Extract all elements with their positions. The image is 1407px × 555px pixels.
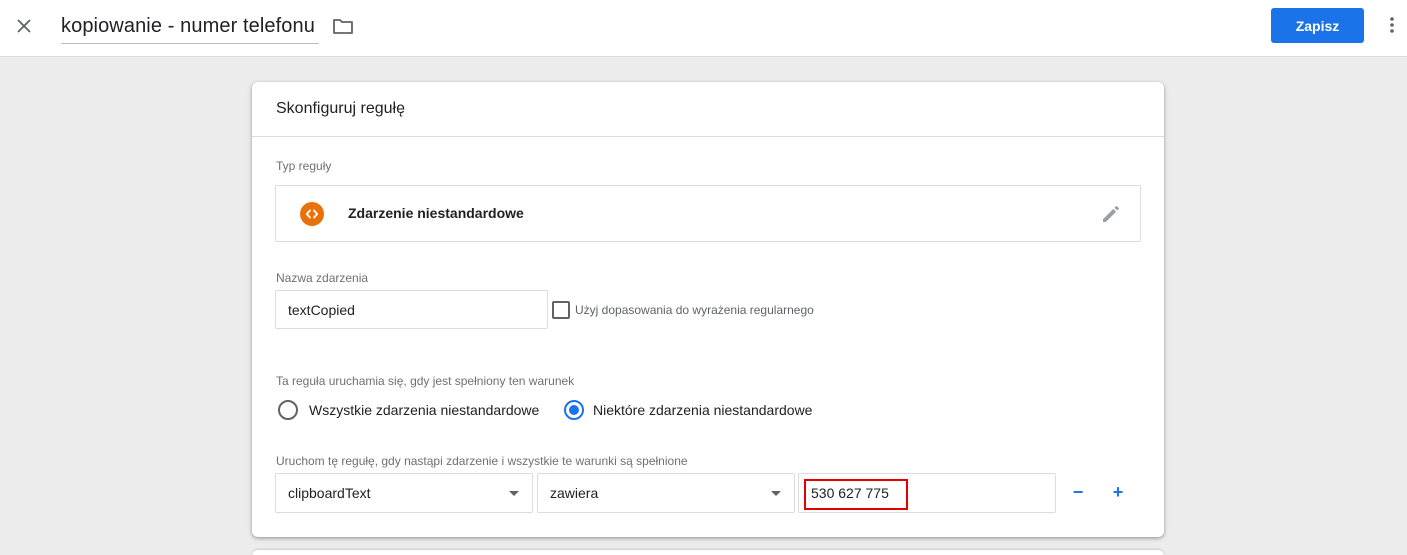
dropdown-arrow-icon bbox=[771, 491, 781, 496]
radio-all-events[interactable] bbox=[278, 400, 298, 420]
card-header: Skonfiguruj regułę bbox=[252, 82, 1164, 137]
fires-on-label: Ta reguła uruchamia się, gdy jest spełni… bbox=[276, 374, 575, 388]
variable-select-value: clipboardText bbox=[288, 485, 371, 501]
rule-type-name: Zdarzenie niestandardowe bbox=[348, 205, 524, 221]
event-name-label: Nazwa zdarzenia bbox=[276, 271, 369, 285]
rule-type-selector[interactable]: Zdarzenie niestandardowe bbox=[275, 185, 1141, 242]
radio-some-events-label: Niektóre zdarzenia niestandardowe bbox=[593, 402, 813, 418]
close-icon[interactable] bbox=[12, 14, 36, 38]
radio-some-events[interactable] bbox=[564, 400, 584, 420]
condition-value-text: 530 627 775 bbox=[811, 485, 889, 501]
add-condition-button[interactable]: + bbox=[1106, 480, 1130, 504]
folder-icon[interactable] bbox=[331, 14, 355, 38]
rule-type-label: Typ reguły bbox=[276, 159, 332, 173]
remove-condition-button[interactable]: − bbox=[1066, 480, 1090, 504]
tag-name-text: kopiowanie - numer telefonu bbox=[61, 15, 315, 37]
condition-value-input[interactable]: 530 627 775 bbox=[798, 473, 1056, 513]
more-vert-icon[interactable] bbox=[1380, 13, 1404, 37]
card-title: Skonfiguruj regułę bbox=[276, 100, 405, 117]
regex-checkbox[interactable] bbox=[552, 301, 570, 319]
trigger-config-card: Skonfiguruj regułę Typ reguły Zdarzenie … bbox=[252, 82, 1164, 537]
dropdown-arrow-icon bbox=[509, 491, 519, 496]
regex-checkbox-label: Użyj dopasowania do wyrażenia regularneg… bbox=[575, 303, 814, 317]
tag-name-field[interactable]: kopiowanie - numer telefonu bbox=[61, 13, 319, 44]
event-name-input[interactable] bbox=[275, 290, 548, 329]
code-brackets-icon bbox=[300, 202, 324, 226]
operator-select[interactable]: zawiera bbox=[537, 473, 795, 513]
condition-label: Uruchom tę regułę, gdy nastąpi zdarzenie… bbox=[276, 454, 688, 468]
edit-pencil-icon[interactable] bbox=[1099, 202, 1123, 226]
top-bar: kopiowanie - numer telefonu Zapisz bbox=[0, 0, 1407, 57]
radio-all-events-label: Wszystkie zdarzenia niestandardowe bbox=[309, 402, 540, 418]
operator-select-value: zawiera bbox=[550, 485, 599, 501]
next-card-edge bbox=[252, 550, 1164, 555]
save-button[interactable]: Zapisz bbox=[1271, 8, 1364, 43]
variable-select[interactable]: clipboardText bbox=[275, 473, 533, 513]
